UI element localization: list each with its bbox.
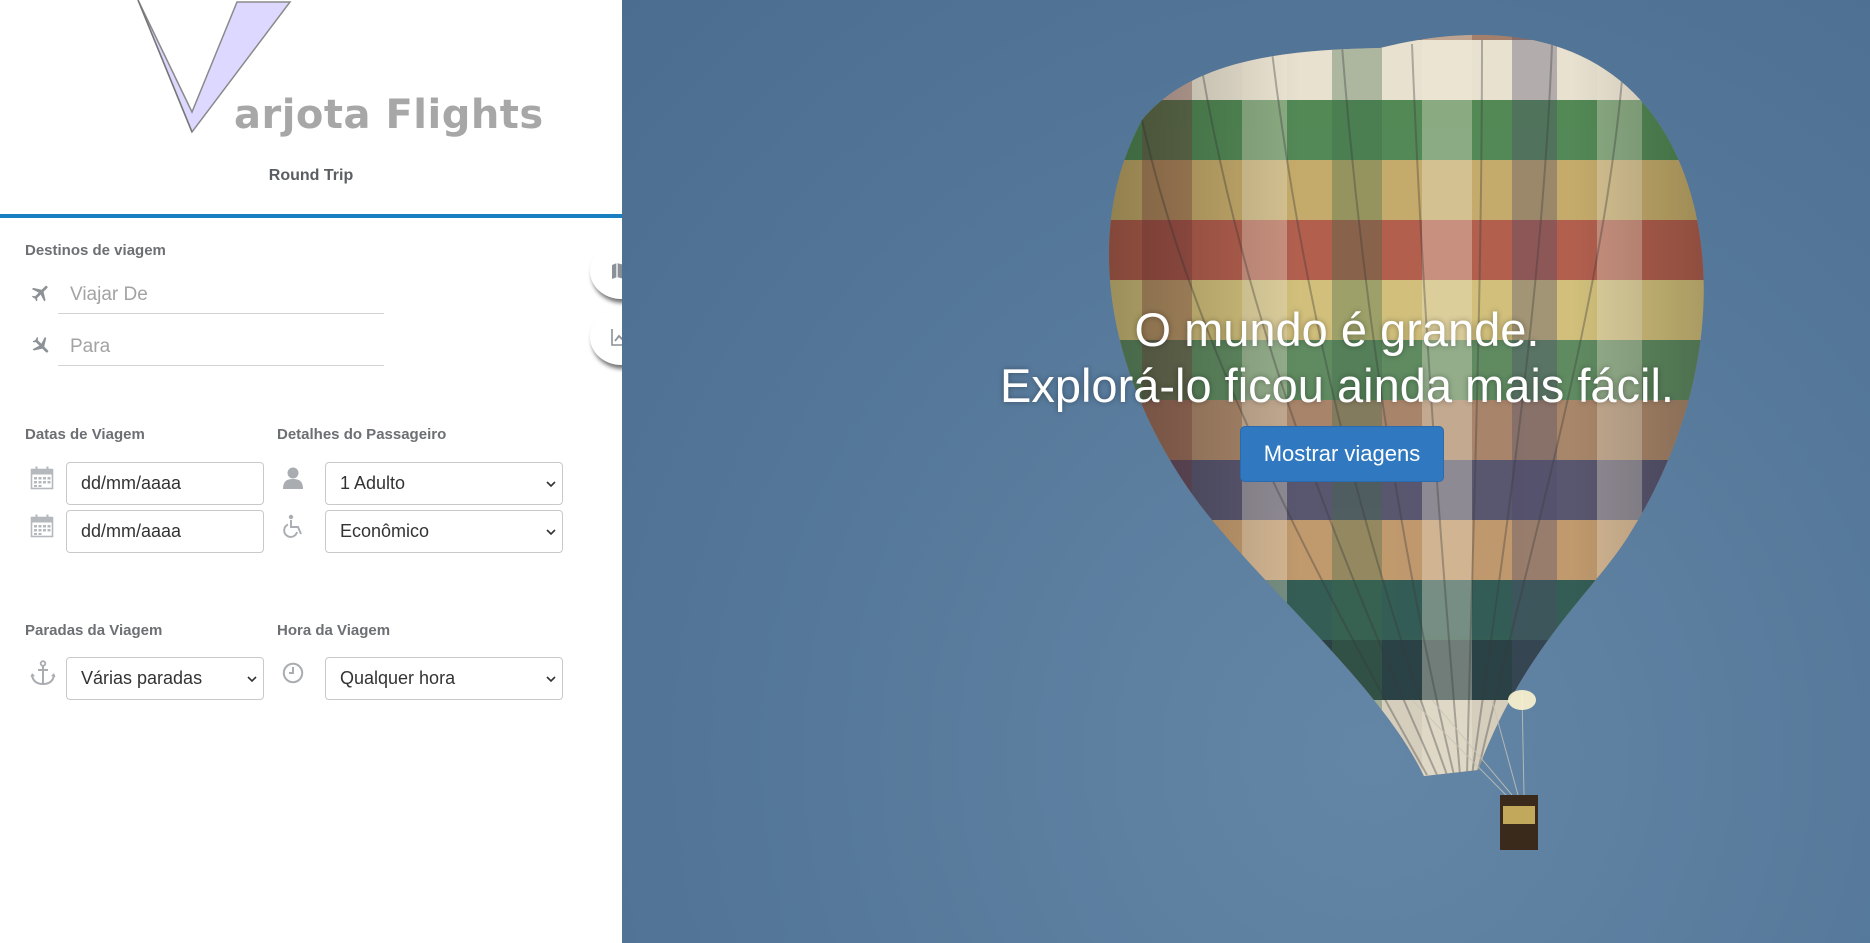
anchor-icon	[30, 660, 56, 686]
hero-headline-line2: Explorá-lo ficou ainda mais fácil.	[1000, 359, 1674, 412]
cabin-class-select[interactable]: Econômico	[325, 510, 563, 553]
trip-type-label: Round Trip	[268, 167, 354, 184]
hero-banner: O mundo é grande. Explorá-lo ficou ainda…	[622, 0, 1870, 943]
wheelchair-icon	[283, 514, 302, 538]
to-input[interactable]	[58, 328, 384, 366]
depart-date-input[interactable]: dd/mm/aaaa	[66, 462, 264, 505]
chevron-down-icon	[546, 528, 556, 535]
section-divider	[0, 214, 622, 218]
show-trips-button[interactable]: Mostrar viagens	[1240, 426, 1444, 482]
hero-headline: O mundo é grande. Explorá-lo ficou ainda…	[622, 302, 1870, 414]
time-heading: Hora da Viagem	[277, 622, 391, 639]
cabin-class-value: Econômico	[340, 521, 430, 541]
return-date-input[interactable]: dd/mm/aaaa	[66, 510, 264, 553]
brand-name: arjota Flights	[234, 92, 544, 138]
dates-heading: Datas de Viagem	[25, 426, 145, 443]
stops-select[interactable]: Várias paradas	[66, 657, 264, 700]
time-value: Qualquer hora	[340, 668, 456, 688]
stops-value: Várias paradas	[81, 668, 203, 688]
hero-headline-line1: O mundo é grande.	[1134, 303, 1540, 356]
chevron-down-icon	[546, 675, 556, 682]
brand-logo: arjota Flights	[136, 0, 543, 140]
destinations-heading: Destinos de viagem	[25, 242, 166, 259]
chevron-down-icon	[546, 480, 556, 487]
time-select[interactable]: Qualquer hora	[325, 657, 563, 700]
plane-landing-icon	[32, 336, 49, 353]
from-input[interactable]	[58, 276, 384, 314]
passengers-value: 1 Adulto	[340, 473, 406, 493]
plane-icon	[31, 285, 48, 302]
chevron-down-icon	[247, 675, 257, 682]
calendar-icon	[30, 514, 54, 538]
passenger-heading: Detalhes do Passageiro	[277, 426, 447, 443]
clock-icon	[282, 662, 304, 684]
calendar-icon	[30, 466, 54, 490]
passengers-select[interactable]: 1 Adulto	[325, 462, 563, 505]
search-panel: arjota Flights Round Trip Destinos de vi…	[0, 0, 652, 943]
stops-heading: Paradas da Viagem	[25, 622, 163, 639]
user-icon	[283, 467, 303, 489]
